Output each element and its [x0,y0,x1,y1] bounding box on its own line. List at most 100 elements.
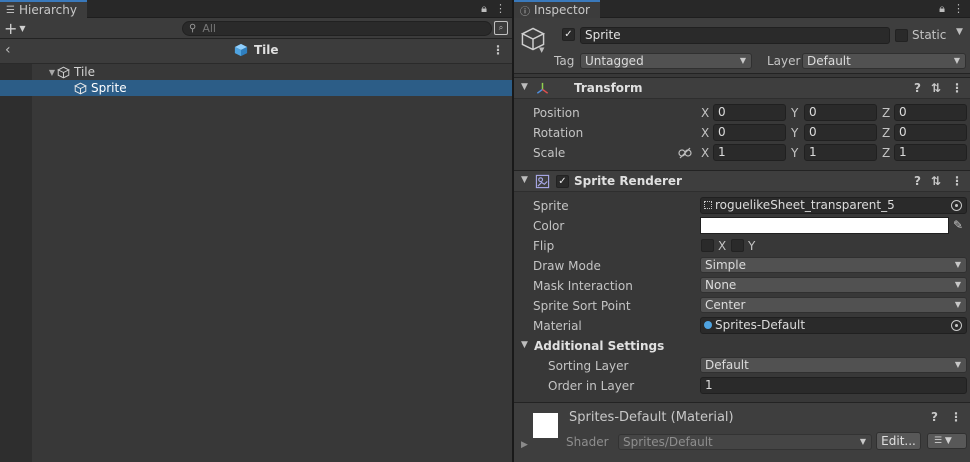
lock-icon[interactable]: 🔒︎ [939,1,945,17]
material-value: Sprites-Default [715,318,806,332]
help-icon[interactable]: ? [914,174,921,188]
create-button[interactable]: + ▼ [4,18,26,38]
scale-y-field[interactable]: 1 [804,144,877,161]
static-checkbox[interactable] [895,29,908,42]
object-name-field[interactable]: Sprite [580,27,890,44]
gameobject-cube-icon [74,82,87,94]
component-menu-icon[interactable]: ⋮ [950,410,962,424]
scale-z-field[interactable]: 1 [894,144,967,161]
sprite-renderer-header[interactable]: ▼ ✓ Sprite Renderer ? ⇅ ⋮ [514,170,970,192]
fold-arrow-icon[interactable]: ▼ [521,340,528,350]
flip-x-label: X [718,239,727,253]
draw-mode-label: Draw Mode [533,259,601,273]
caret-down-icon: ▼ [954,280,961,289]
prefab-cube-icon [234,43,248,57]
transform-axis-icon [536,82,549,94]
rotation-label: Rotation [533,126,584,140]
lock-icon[interactable]: 🔒︎ [481,1,487,17]
sprite-sort-point-dropdown[interactable]: Center ▼ [700,297,967,313]
hierarchy-search[interactable]: ⚲ [182,21,492,36]
eyedropper-icon[interactable]: ✎ [953,218,963,232]
rotation-z-field[interactable]: 0 [894,124,967,141]
axis-x-label[interactable]: X [701,146,709,160]
axis-x-label[interactable]: X [701,106,709,120]
layer-dropdown[interactable]: Default ▼ [802,53,966,69]
axis-y-label[interactable]: Y [791,126,798,140]
order-in-layer-label: Order in Layer [548,379,635,393]
scale-label: Scale [533,146,566,160]
mask-interaction-row: Mask Interaction None ▼ [514,276,970,296]
active-checkbox[interactable]: ✓ [562,28,575,41]
order-in-layer-row: Order in Layer 1 [514,376,970,396]
flip-y-label: Y [748,239,756,253]
plus-icon: + [4,18,18,38]
presets-icon[interactable]: ⇅ [931,81,941,95]
static-dropdown-icon[interactable]: ▼ [956,27,963,37]
axis-y-label[interactable]: Y [791,146,798,160]
additional-settings-header[interactable]: ▼ Additional Settings [514,336,970,356]
flip-row: Flip X Y [514,236,970,256]
axis-y-label[interactable]: Y [791,106,798,120]
shader-dropdown[interactable]: Sprites/Default ▼ [618,434,872,450]
presets-icon[interactable]: ⇅ [931,174,941,188]
more-menu-icon[interactable]: ⋮ [495,1,506,17]
caret-down-icon[interactable]: ▼ [539,46,544,54]
axis-z-label[interactable]: Z [882,126,890,140]
position-x-field[interactable]: 0 [713,104,786,121]
tab-hierarchy[interactable]: ☰ Hierarchy [0,0,87,18]
search-filter-icon[interactable]: ⌕ [494,21,508,35]
axis-z-label[interactable]: Z [882,106,890,120]
rotation-x-field[interactable]: 0 [713,124,786,141]
color-row: Color ✎ [514,216,970,236]
hierarchy-tabbar: ☰ Hierarchy 🔒︎ ⋮ [0,0,512,18]
expand-arrow-icon[interactable]: ▼ [47,68,57,77]
prefab-breadcrumb-bar: ‹ Tile ⋮ [0,39,512,64]
sprite-object-field[interactable]: roguelikeSheet_transparent_5 [700,197,967,214]
back-arrow-icon[interactable]: ‹ [5,42,11,58]
sprite-label: Sprite [533,199,569,213]
sorting-layer-dropdown[interactable]: Default ▼ [700,357,967,373]
order-in-layer-field[interactable]: 1 [700,377,967,394]
search-icon: ⚲ [189,23,197,34]
component-header-icons: ? ⇅ ⋮ [914,174,963,188]
breadcrumb-menu-icon[interactable]: ⋮ [492,43,504,57]
caret-down-icon: ▼ [19,23,26,33]
color-swatch[interactable] [700,217,949,234]
flip-y-checkbox[interactable] [731,239,744,252]
shader-options-button[interactable]: ☰ ▼ [927,433,967,449]
object-picker-icon[interactable] [951,320,962,331]
position-z-field[interactable]: 0 [894,104,967,121]
transform-header[interactable]: ▼ Transform ? ⇅ ⋮ [514,77,970,99]
axis-z-label[interactable]: Z [882,146,890,160]
draw-mode-dropdown[interactable]: Simple ▼ [700,257,967,273]
tree-item-label: Tile [74,65,96,79]
axis-x-label[interactable]: X [701,126,709,140]
breadcrumb[interactable]: Tile [234,43,279,57]
tab-inspector[interactable]: ⓘ Inspector [514,0,600,18]
component-menu-icon[interactable]: ⋮ [951,174,963,188]
edit-shader-button[interactable]: Edit... [876,432,921,450]
material-object-field[interactable]: Sprites-Default [700,317,967,334]
rotation-row: Rotation X 0 Y 0 Z 0 [514,123,970,143]
fold-arrow-icon[interactable]: ▶ [521,440,528,450]
sprite-sort-point-value: Center [705,298,746,312]
constrain-proportions-icon[interactable] [678,147,692,159]
rotation-y-field[interactable]: 0 [804,124,877,141]
help-icon[interactable]: ? [931,410,938,424]
flip-x-checkbox[interactable] [701,239,714,252]
tree-item-sprite[interactable]: Sprite [0,80,512,96]
tag-dropdown[interactable]: Untagged ▼ [580,53,752,69]
position-y-field[interactable]: 0 [804,104,877,121]
object-picker-icon[interactable] [951,200,962,211]
sprite-renderer-enabled-checkbox[interactable]: ✓ [556,175,569,188]
more-menu-icon[interactable]: ⋮ [953,1,964,17]
search-input[interactable] [202,22,403,35]
help-icon[interactable]: ? [914,81,921,95]
mask-interaction-dropdown[interactable]: None ▼ [700,277,967,293]
fold-arrow-icon[interactable]: ▼ [521,175,528,185]
tree-item-tile[interactable]: ▼ Tile [0,64,512,80]
component-menu-icon[interactable]: ⋮ [951,81,963,95]
scale-x-field[interactable]: 1 [713,144,786,161]
fold-arrow-icon[interactable]: ▼ [521,82,528,92]
additional-settings-title: Additional Settings [534,339,665,353]
